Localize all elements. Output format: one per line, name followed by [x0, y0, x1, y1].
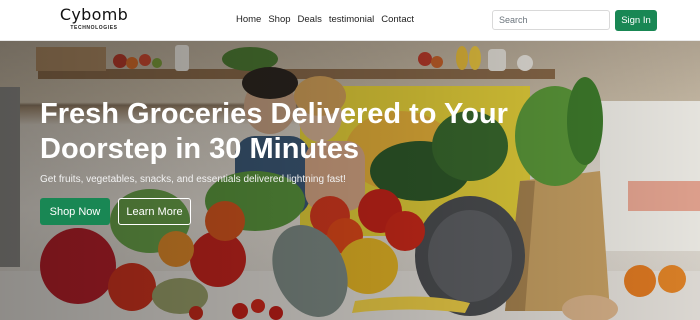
nav-link-testimonial[interactable]: testimonial [329, 14, 374, 26]
brand-subtitle: TECHNOLOGIES [70, 25, 118, 31]
hero-subtitle: Get fruits, vegetables, snacks, and esse… [40, 174, 346, 185]
nav-link-contact[interactable]: Contact [381, 14, 414, 26]
brand-logo[interactable]: Cybomb TECHNOLOGIES [57, 5, 131, 32]
sign-in-button[interactable]: Sign In [615, 10, 657, 31]
nav-link-deals[interactable]: Deals [298, 14, 322, 26]
hero-section: Fresh Groceries Delivered to Your Doorst… [0, 41, 700, 320]
navbar: Cybomb TECHNOLOGIES Home Shop Deals test… [0, 0, 700, 41]
search-input[interactable] [492, 10, 610, 30]
brand-name: Cybomb [59, 5, 129, 24]
nav-links: Home Shop Deals testimonial Contact [236, 14, 421, 26]
hero-title: Fresh Groceries Delivered to Your Doorst… [40, 98, 508, 165]
learn-more-button[interactable]: Learn More [118, 198, 191, 225]
nav-link-shop[interactable]: Shop [268, 14, 290, 26]
shop-now-button[interactable]: Shop Now [40, 198, 110, 225]
nav-link-home[interactable]: Home [236, 14, 261, 26]
